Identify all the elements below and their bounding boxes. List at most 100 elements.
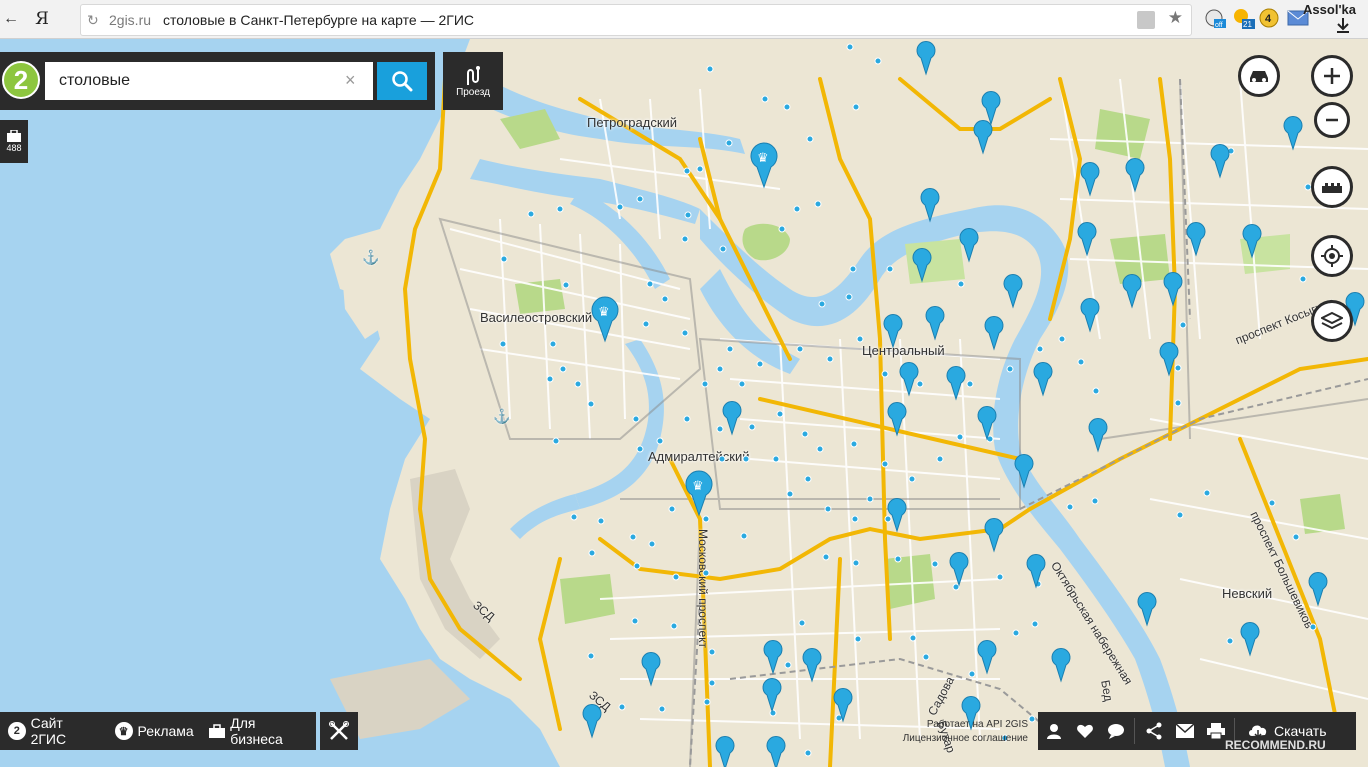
map-pin-marker[interactable]	[582, 704, 602, 739]
business-count-button[interactable]: 488	[0, 120, 28, 163]
map-dot-marker[interactable]	[952, 583, 960, 591]
map-pin-marker[interactable]	[1051, 648, 1071, 683]
weather-icon[interactable]: 21	[1230, 6, 1256, 30]
download-app-button[interactable]: Скачать	[1248, 723, 1327, 739]
map-dot-marker[interactable]	[708, 679, 716, 687]
map-dot-marker[interactable]	[1091, 497, 1099, 505]
map-pin-marker[interactable]	[766, 736, 786, 767]
map-dot-marker[interactable]	[874, 57, 882, 65]
2gis-logo[interactable]: 2	[2, 61, 40, 99]
map-dot-marker[interactable]	[957, 280, 965, 288]
map-dot-marker[interactable]	[772, 455, 780, 463]
map-dot-marker[interactable]	[1006, 365, 1014, 373]
map-dot-marker[interactable]	[1174, 399, 1182, 407]
geolocation-button[interactable]	[1311, 235, 1353, 277]
map-dot-marker[interactable]	[616, 203, 624, 211]
heart-icon[interactable]	[1069, 712, 1100, 750]
map-dot-marker[interactable]	[1299, 275, 1307, 283]
map-dot-marker[interactable]	[776, 410, 784, 418]
map-dot-marker[interactable]	[587, 400, 595, 408]
map-dot-marker[interactable]	[786, 490, 794, 498]
map-pin-marker[interactable]	[1088, 418, 1108, 453]
ruler-button[interactable]	[1311, 166, 1353, 208]
map-pin-marker[interactable]	[1242, 224, 1262, 259]
map-pin-marker[interactable]	[1026, 554, 1046, 589]
map-dot-marker[interactable]	[996, 573, 1004, 581]
yandex-logo[interactable]: Я	[22, 9, 62, 29]
map-dot-marker[interactable]	[1292, 533, 1300, 541]
map-dot-marker[interactable]	[661, 295, 669, 303]
map-dot-marker[interactable]	[1066, 503, 1074, 511]
map-dot-marker[interactable]	[549, 340, 557, 348]
share-icon[interactable]	[1138, 712, 1169, 750]
map-dot-marker[interactable]	[742, 455, 750, 463]
map-pin-marker[interactable]	[887, 498, 907, 533]
map-dot-marker[interactable]	[738, 380, 746, 388]
map-dot-marker[interactable]	[956, 433, 964, 441]
map-pin-marker[interactable]	[1240, 622, 1260, 657]
map-dot-marker[interactable]	[826, 355, 834, 363]
map-dot-marker[interactable]	[816, 445, 824, 453]
map-dot-marker[interactable]	[527, 210, 535, 218]
map-markers[interactable]: ♛ ♛ ♛	[0, 39, 1368, 767]
map-dot-marker[interactable]	[1031, 620, 1039, 628]
map-dot-marker[interactable]	[796, 345, 804, 353]
map-dot-marker[interactable]	[909, 634, 917, 642]
map-dot-marker[interactable]	[846, 43, 854, 51]
layers-button[interactable]	[1311, 300, 1353, 342]
map-dot-marker[interactable]	[851, 515, 859, 523]
map-dot-marker[interactable]	[881, 370, 889, 378]
map-pin-marker[interactable]	[981, 91, 1001, 126]
map-dot-marker[interactable]	[806, 135, 814, 143]
map-dot-marker[interactable]	[1092, 387, 1100, 395]
map-dot-marker[interactable]	[681, 235, 689, 243]
reload-icon[interactable]: ↻	[87, 12, 109, 29]
map-dot-marker[interactable]	[854, 635, 862, 643]
map-dot-marker[interactable]	[716, 425, 724, 433]
map-dot-marker[interactable]	[1179, 321, 1187, 329]
map-dot-marker[interactable]	[1012, 629, 1020, 637]
map-dot-marker[interactable]	[552, 437, 560, 445]
search-button[interactable]	[377, 62, 427, 100]
map-dot-marker[interactable]	[804, 749, 812, 757]
map-dot-marker[interactable]	[1174, 364, 1182, 372]
map-dot-marker[interactable]	[916, 380, 924, 388]
map-dot-marker[interactable]	[850, 440, 858, 448]
map-dot-marker[interactable]	[658, 705, 666, 713]
map-dot-marker[interactable]	[1226, 637, 1234, 645]
map-dot-marker[interactable]	[559, 365, 567, 373]
map-pin-marker[interactable]	[949, 552, 969, 587]
address-bar[interactable]: ↻ 2gis.ru столовые в Санкт-Петербурге на…	[80, 4, 1192, 36]
map-dot-marker[interactable]	[778, 225, 786, 233]
map-dot-marker[interactable]	[636, 195, 644, 203]
map-dot-marker[interactable]	[696, 165, 704, 173]
map-pin-marker[interactable]	[1186, 222, 1206, 257]
map-dot-marker[interactable]	[769, 709, 777, 717]
map-dot-marker[interactable]	[546, 375, 554, 383]
clear-icon[interactable]: ×	[345, 70, 356, 91]
user-name[interactable]: Assol'ka	[1303, 2, 1356, 17]
map-dot-marker[interactable]	[852, 103, 860, 111]
traffic-button[interactable]	[1238, 55, 1280, 97]
map-canvas[interactable]: Петроградский Василеостровский Центральн…	[0, 39, 1368, 767]
map-pin-marker[interactable]	[984, 518, 1004, 553]
search-input[interactable]	[45, 62, 373, 100]
map-featured-marker[interactable]: ♛	[591, 296, 619, 343]
map-dot-marker[interactable]	[703, 698, 711, 706]
map-pin-marker[interactable]	[641, 652, 661, 687]
map-dot-marker[interactable]	[783, 103, 791, 111]
map-dot-marker[interactable]	[822, 553, 830, 561]
map-dot-marker[interactable]	[681, 329, 689, 337]
map-pin-marker[interactable]	[715, 736, 735, 767]
map-pin-marker[interactable]	[1080, 162, 1100, 197]
map-pin-marker[interactable]	[946, 366, 966, 401]
map-dot-marker[interactable]	[908, 475, 916, 483]
map-dot-marker[interactable]	[798, 619, 806, 627]
map-dot-marker[interactable]	[1176, 511, 1184, 519]
site-2gis-link[interactable]: 2 Сайт 2ГИС	[8, 715, 101, 747]
map-dot-marker[interactable]	[702, 515, 710, 523]
map-dot-marker[interactable]	[587, 652, 595, 660]
map-dot-marker[interactable]	[884, 515, 892, 523]
map-dot-marker[interactable]	[648, 540, 656, 548]
map-dot-marker[interactable]	[672, 573, 680, 581]
